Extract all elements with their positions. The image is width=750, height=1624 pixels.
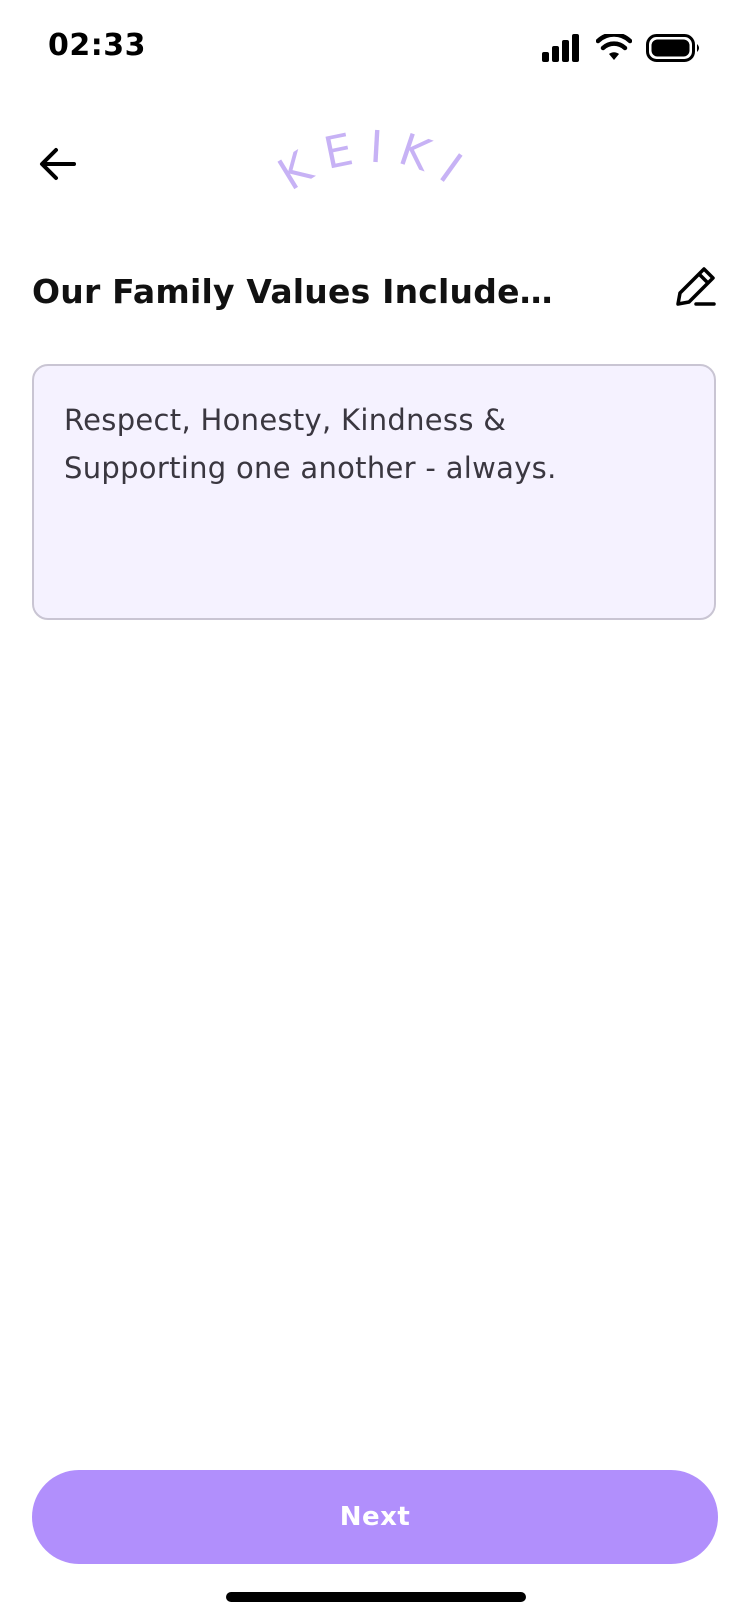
svg-text:KEIKI: KEIKI — [275, 121, 475, 201]
arrow-left-icon — [38, 146, 78, 186]
home-indicator — [226, 1592, 526, 1602]
logo-text: KEIKI — [270, 121, 468, 201]
battery-icon — [646, 34, 702, 62]
cellular-signal-icon — [542, 34, 582, 62]
family-values-text: Respect, Honesty, Kindness & Supporting … — [64, 403, 557, 485]
logo: KEIKI — [270, 120, 475, 210]
back-button[interactable] — [30, 138, 86, 194]
next-button[interactable]: Next — [32, 1470, 718, 1564]
pencil-icon — [674, 264, 718, 312]
status-bar: 02:33 — [0, 0, 750, 96]
family-values-field[interactable]: Respect, Honesty, Kindness & Supporting … — [32, 364, 716, 620]
status-time: 02:33 — [48, 28, 146, 63]
section-header: Our Family Values Include… — [32, 262, 718, 322]
status-icons — [542, 34, 702, 62]
nav-bar: KEIKI — [0, 110, 750, 220]
section-title: Our Family Values Include… — [32, 272, 553, 311]
edit-button[interactable] — [670, 262, 722, 314]
wifi-icon — [596, 34, 632, 62]
